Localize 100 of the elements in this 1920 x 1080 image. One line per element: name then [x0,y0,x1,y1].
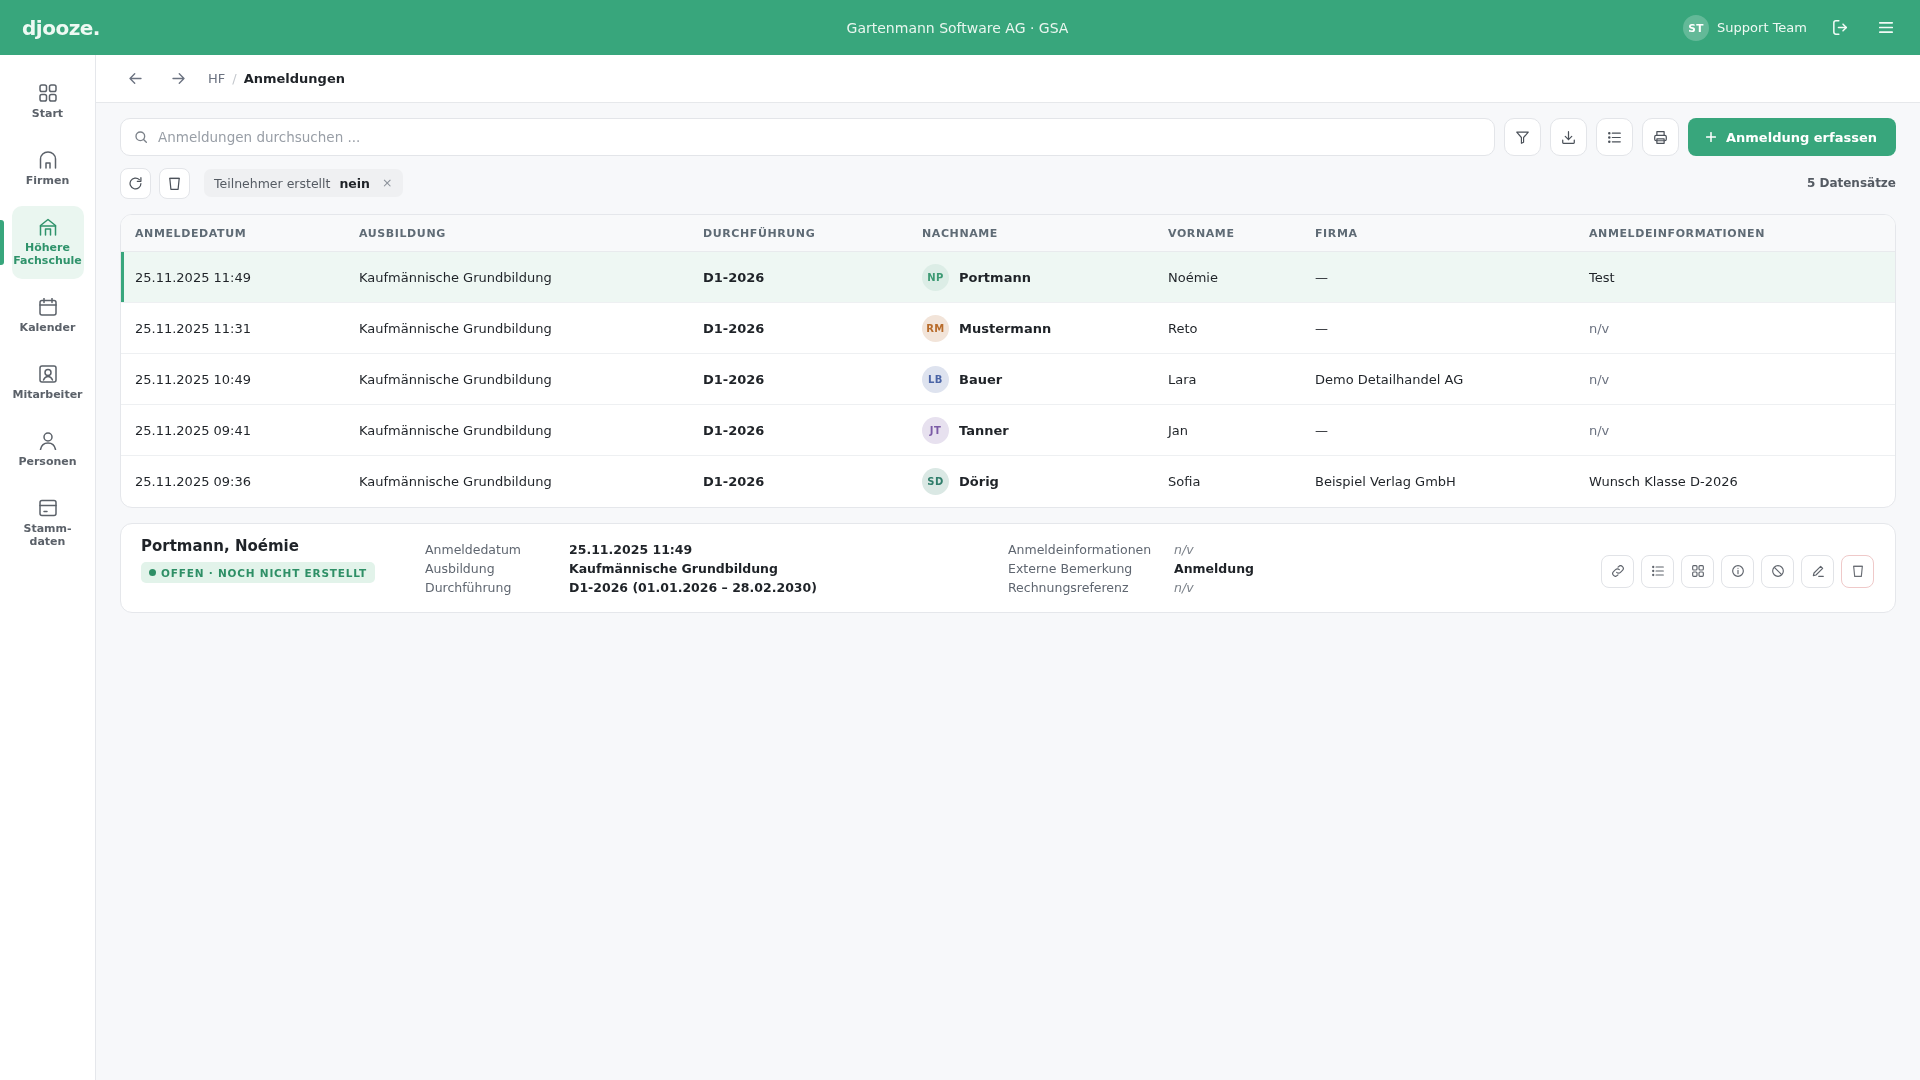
add-registration-button[interactable]: Anmeldung erfassen [1688,118,1896,156]
table-cell: Kaufmännische Grundbildung [359,269,552,285]
last-name: Bauer [959,371,1003,387]
status-dot-icon [149,569,156,576]
column-header[interactable]: FIRMA [1301,226,1358,240]
table-cell: D1-2026 [703,371,765,387]
info-icon [1731,565,1744,577]
sidebar-item[interactable]: Personen [11,422,84,478]
column-header[interactable]: NACHNAME [908,226,998,240]
breadcrumb-link[interactable]: HF [208,71,226,86]
filter-icon [1516,130,1529,144]
id-card-icon [38,365,57,383]
table-row[interactable]: 25.11.2025 10:49 Kaufmännische Grundbildung D1-2026 LB Bauer Lara Demo Detailhandel AG n/v [121,354,1895,405]
table-cell: 25.11.2025 11:31 [135,320,252,336]
field-label: Externe Bemerkung [1008,559,1134,578]
clear-filters-button[interactable] [159,167,190,199]
menu-icon[interactable] [1879,22,1893,33]
list-icon [1651,565,1664,577]
initials-avatar: NP [922,263,949,291]
arrow-left-icon [129,73,142,84]
user-name[interactable]: Support Team [1717,20,1807,35]
column-header[interactable]: ANMELDEDATUM [121,226,247,240]
back-button[interactable] [129,73,142,84]
table-cell: Lara [1168,371,1197,387]
sidebar-item[interactable]: Start [11,74,84,130]
table-cell: D1-2026 [703,422,765,438]
block-button[interactable] [1761,554,1794,588]
detail-title: Portmann, Noémie [141,536,299,556]
grid-button[interactable] [1681,554,1714,588]
field-value: 25.11.2025 11:49 [569,540,694,559]
logout-icon[interactable] [1833,20,1848,35]
initials-avatar: RM [922,314,949,342]
table-cell: — [1315,320,1328,336]
table-cell: Kaufmännische Grundbildung [359,371,552,387]
field-label: Durchführung [425,578,513,597]
table-cell: n/v [1589,371,1610,387]
list-view-button[interactable] [1596,118,1633,156]
field-value: n/v [1174,578,1195,597]
initials-avatar: LB [922,365,949,393]
table-cell: Jan [1168,422,1189,438]
table-row[interactable]: 25.11.2025 09:41 Kaufmännische Grundbildung D1-2026 JT Tanner Jan — n/v [121,405,1895,456]
table-cell: Kaufmännische Grundbildung [359,320,552,336]
edit-button[interactable] [1801,554,1834,588]
forward-button[interactable] [172,73,185,84]
delete-button[interactable] [1841,554,1874,588]
table-cell: 25.11.2025 09:41 [135,422,252,438]
table-cell: — [1315,269,1328,285]
list-button[interactable] [1641,554,1674,588]
last-name: Tanner [959,422,1009,438]
table-cell: n/v [1589,422,1610,438]
organization-title: Gartenmann Software AG · GSA [846,19,1069,36]
search-field[interactable]: Anmeldungen durchsuchen ... [120,118,1495,156]
table-cell: Kaufmännische Grundbildung [359,422,552,438]
sidebar-item[interactable]: Stamm-daten [11,489,84,558]
trash-icon [168,176,181,190]
refresh-icon [129,176,142,190]
table-cell: D1-2026 [703,320,765,336]
table-row[interactable]: 25.11.2025 11:49 Kaufmännische Grundbildung D1-2026 NP Portmann Noémie — Test [121,252,1895,303]
column-header[interactable]: AUSBILDUNG [345,226,446,240]
grid-icon [1691,565,1704,577]
table-cell: Beispiel Verlag GmbH [1315,474,1456,489]
print-button[interactable] [1642,118,1679,156]
pencil-icon [1811,565,1824,577]
plus-icon [1706,132,1716,142]
remove-filter-button[interactable]: × [382,176,393,190]
download-button[interactable] [1550,118,1587,156]
table-cell: D1-2026 [703,269,765,285]
initials-avatar: JT [922,416,949,444]
last-name: Dörig [959,474,999,489]
table-cell: Noémie [1168,269,1218,285]
table-row[interactable]: 25.11.2025 11:31 Kaufmännische Grundbildung D1-2026 RM Mustermann Reto — n/v [121,303,1895,354]
table-row[interactable]: 25.11.2025 09:36 Kaufmännische Grundbildung D1-2026 SD Dörig Sofia Beispiel Verlag GmbH Wunsch Klasse D-2026 [121,456,1895,507]
field-label: Anmeldedatum [425,540,523,559]
printer-icon [1654,130,1667,144]
download-icon [1562,130,1575,144]
table-cell: 25.11.2025 09:36 [135,474,252,489]
filter-button[interactable] [1504,118,1541,156]
list-icon [1608,130,1621,144]
table-cell: 25.11.2025 11:49 [135,269,252,285]
table-cell: Sofia [1168,474,1201,489]
field-label: Rechnungsreferenz [1008,578,1130,597]
sidebar-item[interactable]: Mitarbeiter [11,355,84,411]
table-cell: — [1315,422,1328,438]
sidebar-item[interactable]: Firmen [11,141,84,197]
active-indicator-icon [0,220,4,265]
column-header[interactable]: VORNAME [1154,226,1235,240]
field-value: n/v [1174,540,1195,559]
sidebar-item[interactable]: Kalender [11,288,84,344]
link-icon [1611,565,1624,577]
window-icon [38,499,57,517]
link-button[interactable] [1601,554,1634,588]
filter-label: Teilnehmer erstellt [214,175,331,191]
house-icon [38,151,57,169]
column-header[interactable]: DURCHFÜHRUNG [689,226,816,240]
arrow-right-icon [172,73,185,84]
refresh-button[interactable] [120,167,151,199]
column-header[interactable]: ANMELDEINFORMATIONEN [1575,226,1765,240]
last-name: Portmann [959,269,1031,285]
logo[interactable]: djooze. [22,15,100,40]
info-button[interactable] [1721,554,1754,588]
